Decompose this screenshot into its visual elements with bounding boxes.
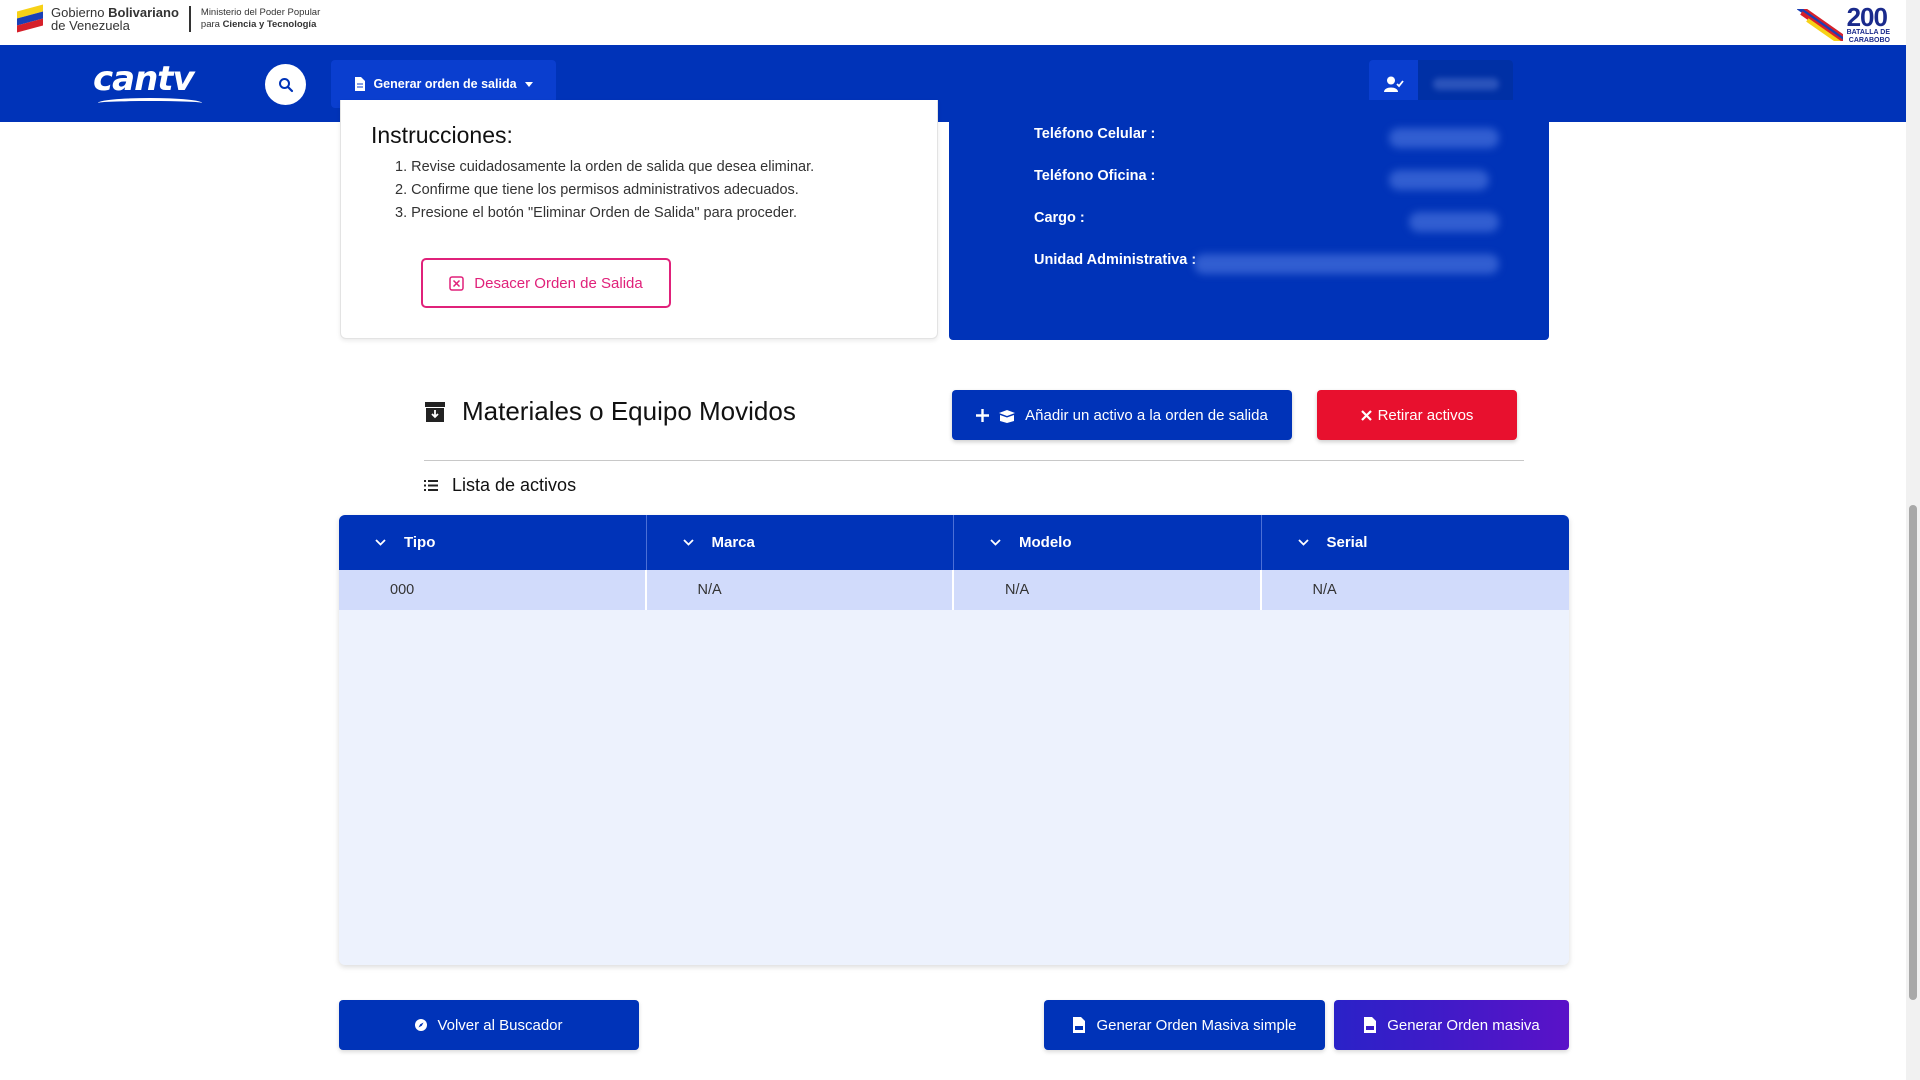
bicentennial-number: 200 bbox=[1846, 2, 1888, 32]
bicentennial-logo: 200 BATALLA DE CARABOBO bbox=[1796, 2, 1890, 45]
search-button[interactable] bbox=[265, 64, 306, 105]
instruction-step: 2. Confirme que tiene los permisos admin… bbox=[395, 182, 799, 198]
user-info-card: Teléfono Celular : Teléfono Oficina : Ca… bbox=[949, 100, 1549, 340]
chevron-down-icon bbox=[990, 539, 1001, 546]
box-open-icon bbox=[999, 409, 1016, 423]
redacted-user-name bbox=[1432, 77, 1499, 90]
redacted-admin-unit bbox=[1194, 254, 1499, 274]
venezuela-flag-icon bbox=[15, 4, 45, 34]
column-label: Tipo bbox=[404, 534, 436, 551]
phone-office-label: Teléfono Oficina : bbox=[1034, 168, 1156, 184]
asset-list-title: Lista de activos bbox=[452, 475, 577, 495]
section-divider bbox=[424, 460, 1524, 461]
remove-assets-button[interactable]: Retirar activos bbox=[1317, 390, 1517, 440]
bicentennial-line1: BATALLA DE bbox=[1846, 29, 1890, 36]
government-logo: Gobierno Bolivariano de Venezuela Minist… bbox=[15, 4, 320, 34]
compass-icon bbox=[415, 1019, 428, 1031]
column-label: Modelo bbox=[1019, 534, 1072, 551]
table-row[interactable]: 000 N/A N/A N/A bbox=[339, 570, 1569, 610]
ministry-line2-prefix: para bbox=[200, 19, 220, 30]
scrollbar-thumb[interactable] bbox=[1909, 505, 1917, 1000]
back-to-search-label: Volver al Buscador bbox=[437, 1016, 563, 1034]
redacted-position bbox=[1409, 212, 1499, 232]
ministry-line2-bold: Ciencia y Tecnología bbox=[222, 19, 317, 30]
back-to-search-button[interactable]: Volver al Buscador bbox=[339, 1000, 639, 1050]
instructions-card: Instrucciones: 1. Revise cuidadosamente … bbox=[340, 100, 938, 339]
column-header-serial[interactable]: Serial bbox=[1262, 515, 1570, 570]
generate-simple-bulk-order-button[interactable]: Generar Orden Masiva simple bbox=[1044, 1000, 1325, 1050]
redacted-phone-mobile bbox=[1389, 128, 1499, 148]
admin-unit-label: Unidad Administrativa : bbox=[1034, 252, 1197, 268]
user-check-icon bbox=[1383, 76, 1404, 92]
generate-bulk-order-label: Generar Orden masiva bbox=[1387, 1016, 1540, 1034]
list-icon bbox=[424, 480, 438, 491]
generate-order-menu-label: Generar orden de salida bbox=[373, 77, 517, 91]
caret-down-icon bbox=[524, 81, 533, 87]
chevron-down-icon bbox=[682, 539, 694, 546]
table-cell: 000 bbox=[339, 570, 647, 610]
generate-simple-bulk-order-label: Generar Orden Masiva simple bbox=[1096, 1016, 1297, 1034]
asset-list-header: Lista de activos bbox=[424, 475, 576, 496]
document-icon bbox=[355, 77, 366, 91]
logo-swoosh bbox=[98, 98, 202, 108]
materials-header: Materiales o Equipo Movidos bbox=[424, 396, 796, 427]
column-label: Marca bbox=[711, 534, 755, 551]
phone-mobile-label: Teléfono Celular : bbox=[1034, 126, 1156, 142]
page-scrollbar[interactable] bbox=[1906, 0, 1920, 1080]
chevron-down-icon bbox=[375, 539, 386, 546]
close-icon bbox=[1360, 409, 1372, 421]
pdf-file-icon bbox=[1364, 1017, 1377, 1033]
column-header-modelo[interactable]: Modelo bbox=[954, 515, 1262, 570]
chevron-down-icon bbox=[1297, 539, 1309, 546]
table-cell: N/A bbox=[1312, 582, 1337, 598]
table-cell: N/A bbox=[954, 570, 1262, 610]
close-square-icon bbox=[449, 275, 465, 291]
assets-table: Tipo Marca Modelo Serial 000 N/A N/A N/A bbox=[339, 515, 1569, 965]
bicentennial-stripes-icon bbox=[1796, 9, 1843, 41]
undo-order-button[interactable]: Desacer Orden de Salida bbox=[421, 258, 671, 308]
add-asset-button[interactable]: Añadir un activo a la orden de salida bbox=[952, 390, 1292, 440]
column-header-tipo[interactable]: Tipo bbox=[339, 515, 647, 570]
table-header: Tipo Marca Modelo Serial bbox=[339, 515, 1569, 570]
table-cell: N/A bbox=[647, 570, 954, 610]
generate-bulk-order-button[interactable]: Generar Orden masiva bbox=[1334, 1000, 1569, 1050]
redacted-phone-office bbox=[1389, 170, 1489, 190]
search-icon bbox=[278, 77, 293, 92]
instructions-title: Instrucciones: bbox=[371, 122, 513, 148]
plus-icon bbox=[976, 408, 990, 422]
cantv-logo[interactable]: cantv bbox=[93, 59, 195, 99]
column-label: Serial bbox=[1326, 534, 1368, 551]
bicentennial-line2: CARABOBO bbox=[1848, 37, 1890, 44]
government-header: Gobierno Bolivariano de Venezuela Minist… bbox=[0, 0, 1906, 45]
ministry-line1: Ministerio del Poder Popular bbox=[200, 7, 321, 18]
gov-divider bbox=[188, 6, 191, 32]
archive-icon bbox=[425, 401, 445, 422]
gov-line2: de Venezuela bbox=[51, 18, 130, 33]
instruction-step: 1. Revise cuidadosamente la orden de sal… bbox=[395, 159, 815, 175]
instruction-step: 3. Presione el botón "Eliminar Orden de … bbox=[395, 205, 798, 221]
undo-order-label: Desacer Orden de Salida bbox=[474, 274, 643, 292]
add-asset-label: Añadir un activo a la orden de salida bbox=[1025, 406, 1268, 424]
column-header-marca[interactable]: Marca bbox=[647, 515, 954, 570]
position-label: Cargo : bbox=[1034, 210, 1085, 226]
pdf-file-icon bbox=[1073, 1017, 1086, 1033]
instructions-list: 1. Revise cuidadosamente la orden de sal… bbox=[395, 156, 814, 225]
materials-title: Materiales o Equipo Movidos bbox=[462, 396, 796, 426]
remove-assets-label: Retirar activos bbox=[1377, 406, 1474, 424]
